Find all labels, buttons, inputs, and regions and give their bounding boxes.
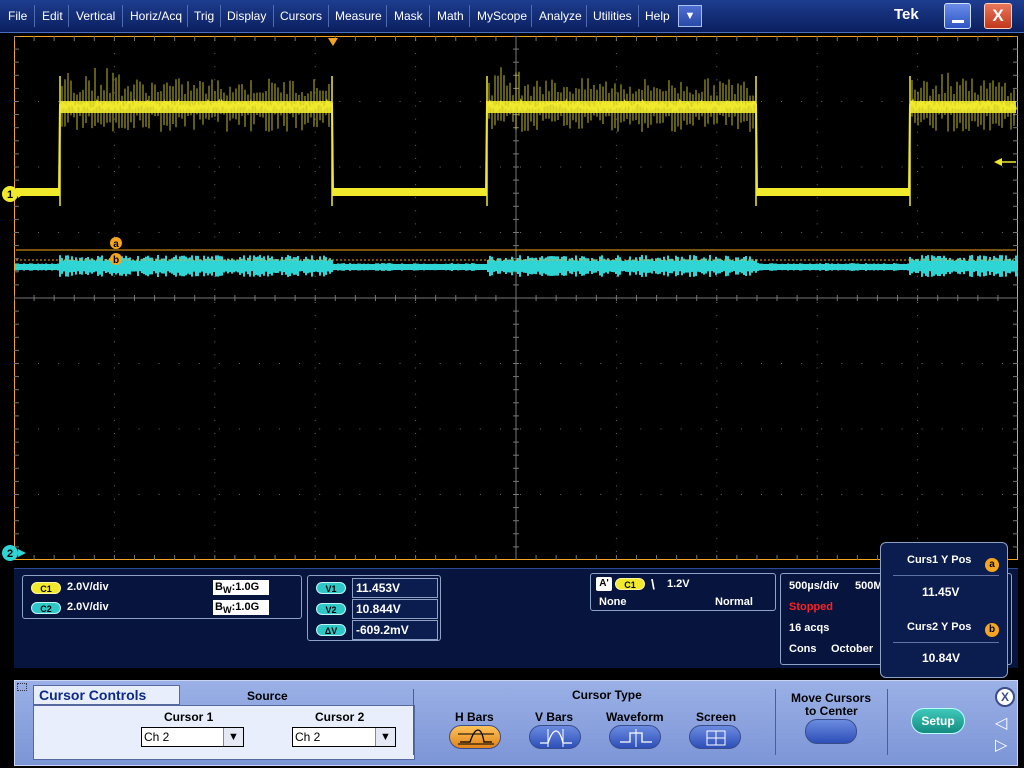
v1-value: 11.453V bbox=[352, 578, 438, 598]
acq-date: October bbox=[831, 643, 874, 655]
screen-icon bbox=[706, 730, 726, 746]
delta-v-value: -609.2mV bbox=[352, 620, 438, 640]
cursor-readout-box[interactable]: V1 11.453V V2 10.844V ΔV -609.2mV bbox=[307, 575, 441, 641]
ch2-bandwidth: BW:1.0G bbox=[213, 600, 269, 615]
v2-value: 10.844V bbox=[352, 599, 438, 619]
cursor1-label: Cursor 1 bbox=[164, 710, 214, 724]
vbars-label: V Bars bbox=[535, 710, 574, 724]
cursor-controls-panel: Cursor Controls Source Cursor 1 Ch 2 ▼ C… bbox=[14, 680, 1018, 766]
trigger-source-chip: C1 bbox=[615, 578, 645, 590]
trigger-mode: Normal bbox=[715, 596, 753, 608]
trigger-slope-icon: \ bbox=[651, 576, 655, 592]
minimize-button[interactable] bbox=[944, 3, 971, 29]
cursor1-source-select[interactable]: Ch 2 ▼ bbox=[141, 727, 244, 747]
svg-text:a: a bbox=[113, 239, 119, 250]
acq-state: Stopped bbox=[789, 601, 833, 613]
curs1-badge: a bbox=[985, 558, 999, 572]
curs2-badge: b bbox=[985, 623, 999, 637]
menu-help[interactable]: Help bbox=[645, 9, 670, 23]
ch1-marker[interactable]: 1 bbox=[0, 180, 30, 210]
ch1-chip: C1 bbox=[31, 582, 61, 594]
scope-window: File Edit Vertical Horiz/Acq Trig Displa… bbox=[0, 0, 1024, 768]
curs1-ypos-label: Curs1 Y Pos bbox=[907, 554, 972, 566]
close-controls-button[interactable]: X bbox=[995, 687, 1015, 707]
curs2-ypos-value[interactable]: 10.84V bbox=[922, 651, 960, 665]
ch1-scale: 2.0V/div bbox=[67, 581, 109, 593]
hbars-label: H Bars bbox=[455, 710, 494, 724]
curs2-ypos-label: Curs2 Y Pos bbox=[907, 621, 972, 633]
v1-chip: V1 bbox=[316, 582, 346, 594]
hbars-icon bbox=[458, 729, 494, 745]
source-label: Source bbox=[247, 689, 288, 703]
trigger-readout-box[interactable]: A' C1 \ 1.2V None Normal bbox=[590, 573, 776, 611]
sample-rate: 500M bbox=[855, 580, 883, 592]
ch2-scale: 2.0V/div bbox=[67, 601, 109, 613]
menu-measure[interactable]: Measure bbox=[335, 9, 382, 23]
svg-text:2: 2 bbox=[7, 548, 13, 560]
chevron-down-icon: ▼ bbox=[223, 728, 243, 746]
screen-label: Screen bbox=[696, 710, 737, 724]
menu-trig[interactable]: Trig bbox=[194, 9, 214, 23]
svg-text:b: b bbox=[113, 255, 119, 266]
waveform-display[interactable]: a b bbox=[14, 36, 1018, 560]
curs1-ypos-value[interactable]: 11.45V bbox=[922, 585, 959, 599]
hbars-button[interactable] bbox=[449, 725, 501, 749]
cursor-type-label: Cursor Type bbox=[572, 688, 642, 702]
menu-mask[interactable]: Mask bbox=[394, 9, 423, 23]
delta-v-chip: ΔV bbox=[316, 624, 346, 636]
trigger-level: 1.2V bbox=[667, 578, 690, 590]
minimize-icon bbox=[952, 20, 964, 23]
menu-myscope[interactable]: MyScope bbox=[477, 9, 527, 23]
cursor-position-popup[interactable]: Curs1 Y Pos a 11.45V Curs2 Y Pos b 10.84… bbox=[880, 542, 1008, 678]
tab-cursor-controls[interactable]: Cursor Controls bbox=[33, 685, 180, 705]
menu-dropdown-button[interactable]: ▼ bbox=[678, 5, 702, 27]
waveform-label: Waveform bbox=[606, 710, 664, 724]
readout-panel: C1 2.0V/div BW:1.0G C2 2.0V/div BW:1.0G … bbox=[14, 568, 1018, 668]
v2-chip: V2 bbox=[316, 603, 346, 615]
ch1-bandwidth: BW:1.0G bbox=[213, 580, 269, 595]
screen-button[interactable] bbox=[689, 725, 741, 749]
menu-display[interactable]: Display bbox=[227, 9, 266, 23]
move-cursors-label-1: Move Cursors bbox=[791, 691, 872, 705]
chevron-down-icon: ▼ bbox=[375, 728, 395, 746]
menu-file[interactable]: File bbox=[8, 9, 27, 23]
vbars-icon bbox=[540, 729, 572, 747]
channel-readout-box[interactable]: C1 2.0V/div BW:1.0G C2 2.0V/div BW:1.0G bbox=[22, 575, 302, 619]
cursor2-source-select[interactable]: Ch 2 ▼ bbox=[292, 727, 396, 747]
dock-right-icon[interactable]: ▷ bbox=[995, 735, 1007, 755]
svg-text:1: 1 bbox=[7, 189, 13, 201]
menu-edit[interactable]: Edit bbox=[42, 9, 63, 23]
move-cursors-to-center-button[interactable] bbox=[805, 719, 857, 744]
menu-utilities[interactable]: Utilities bbox=[593, 9, 632, 23]
ch2-marker[interactable]: 2 bbox=[0, 540, 32, 568]
waveform-button[interactable] bbox=[609, 725, 661, 749]
cursor2-label: Cursor 2 bbox=[315, 710, 365, 724]
window-close-button[interactable]: X bbox=[984, 3, 1012, 29]
tek-logo: Tek bbox=[894, 6, 919, 23]
acq-count: 16 acqs bbox=[789, 622, 830, 634]
menu-horiz-acq[interactable]: Horiz/Acq bbox=[130, 9, 182, 23]
resize-grip-icon[interactable] bbox=[17, 683, 27, 691]
move-cursors-label-2: to Center bbox=[805, 704, 858, 718]
timebase: 500µs/div bbox=[789, 580, 839, 592]
waveform-icon bbox=[620, 729, 652, 747]
trigger-a-badge: A' bbox=[596, 577, 612, 591]
setup-button[interactable]: Setup bbox=[911, 708, 965, 734]
ch2-chip: C2 bbox=[31, 602, 61, 614]
trigger-coupling: None bbox=[599, 596, 627, 608]
menu-vertical[interactable]: Vertical bbox=[76, 9, 115, 23]
acq-cons: Cons bbox=[789, 643, 817, 655]
menu-math[interactable]: Math bbox=[437, 9, 464, 23]
dock-left-icon[interactable]: ◁ bbox=[995, 713, 1007, 733]
menu-cursors[interactable]: Cursors bbox=[280, 9, 322, 23]
menu-analyze[interactable]: Analyze bbox=[539, 9, 582, 23]
menu-bar: File Edit Vertical Horiz/Acq Trig Displa… bbox=[0, 0, 1024, 33]
vbars-button[interactable] bbox=[529, 725, 581, 749]
